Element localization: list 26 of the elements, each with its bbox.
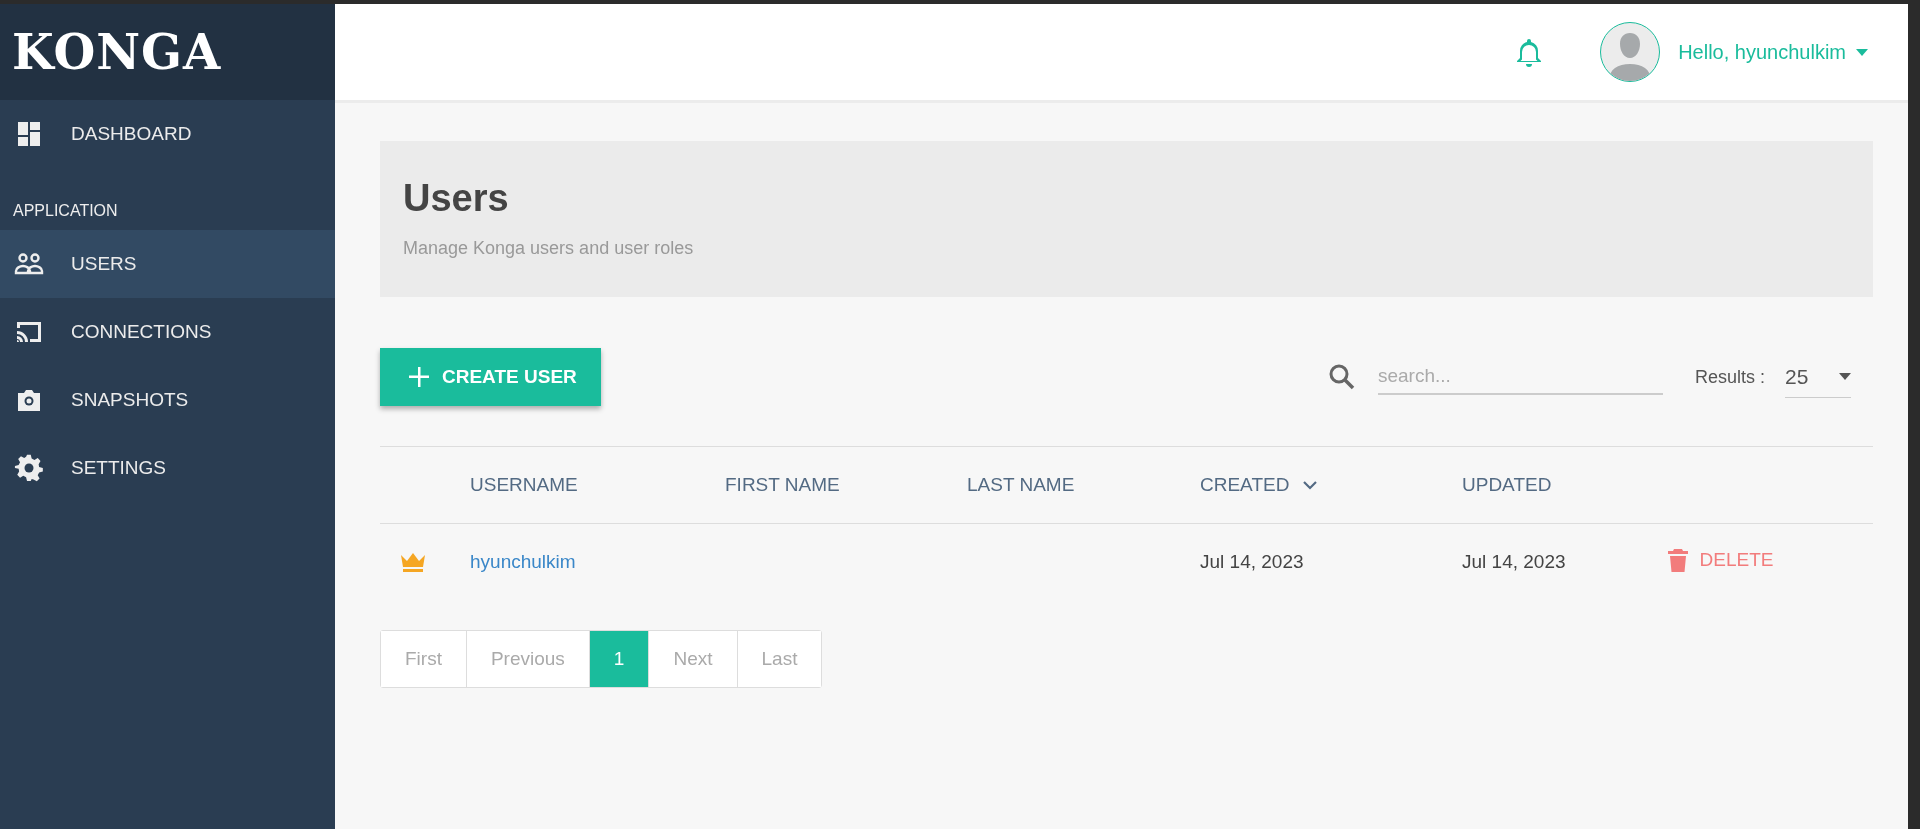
username-link[interactable]: hyunchulkim — [470, 551, 576, 572]
page-title: Users — [403, 177, 510, 220]
sidebar-item[interactable]: SETTINGS — [0, 434, 335, 502]
column-header[interactable]: CREATED — [1200, 474, 1318, 496]
sidebar-item[interactable]: CONNECTIONS — [0, 298, 335, 366]
column-header[interactable]: FIRST NAME — [725, 474, 840, 496]
table-cell: Jul 14, 2023 — [1200, 551, 1304, 572]
results-label: Results : — [1694, 366, 1765, 388]
column-header[interactable]: UPDATED — [1462, 474, 1552, 496]
logo: KONGA — [12, 24, 222, 80]
gear-icon — [14, 453, 44, 483]
section-label: APPLICATION — [12, 201, 119, 221]
column-header[interactable]: LAST NAME — [967, 474, 1075, 496]
table-cell: Jul 14, 2023 — [1462, 551, 1566, 572]
search-field[interactable]: search... — [1377, 359, 1663, 395]
column-header[interactable]: USERNAME — [470, 474, 578, 496]
sidebar-item[interactable]: SNAPSHOTS — [0, 366, 335, 434]
sidebar-item[interactable]: USERS — [0, 230, 335, 298]
search-icon — [1327, 363, 1356, 391]
caret-icon — [1839, 373, 1851, 380]
trash-icon — [1667, 547, 1688, 572]
plus-icon — [408, 366, 430, 388]
page-subtitle: Manage Konga users and user roles — [403, 238, 695, 259]
caret-icon — [1856, 48, 1868, 56]
sidebar-item[interactable]: DASHBOARD — [0, 100, 335, 168]
results-select[interactable]: 25 — [1785, 356, 1851, 398]
